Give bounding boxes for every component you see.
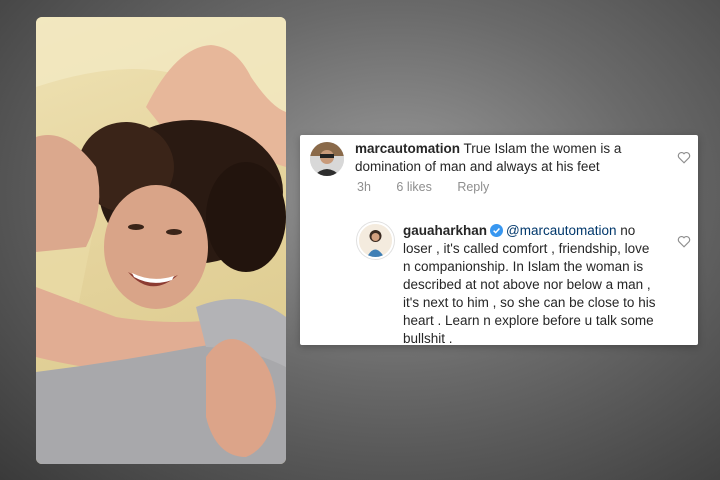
comment-likes[interactable]: 6 likes: [396, 180, 431, 194]
commenter-username[interactable]: marcautomation: [355, 141, 460, 156]
comment-card: marcautomation True Islam the women is a…: [300, 135, 698, 348]
reply-body: gauaharkhan @marcautomation no loser , i…: [403, 222, 658, 348]
heart-icon[interactable]: [677, 235, 691, 248]
reply-mention[interactable]: @marcautomation: [506, 223, 617, 238]
commenter-avatar[interactable]: [310, 142, 344, 176]
verified-badge-icon: [490, 224, 504, 237]
user-avatar-icon: [359, 224, 392, 257]
reply-text: no loser , it's called comfort , friends…: [403, 223, 656, 346]
heart-icon[interactable]: [677, 151, 691, 164]
comment-meta: 3h 6 likes Reply: [357, 180, 511, 194]
comment-time: 3h: [357, 180, 371, 194]
photo-illustration: [36, 17, 286, 464]
user-avatar-icon: [310, 142, 344, 176]
reply-button[interactable]: Reply: [457, 180, 489, 194]
replier-avatar[interactable]: [357, 222, 394, 259]
comment-body: marcautomation True Islam the women is a…: [355, 140, 660, 176]
replier-username[interactable]: gauaharkhan: [403, 223, 487, 238]
photo-panel: [36, 17, 286, 464]
